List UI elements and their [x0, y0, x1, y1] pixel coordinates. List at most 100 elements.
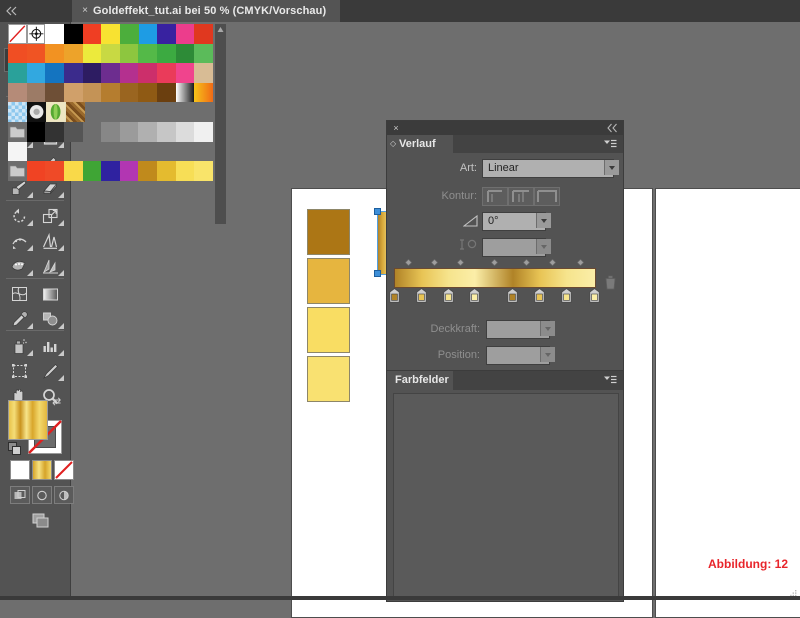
- column-graph-tool[interactable]: [35, 334, 66, 358]
- swatch-color[interactable]: [8, 43, 27, 64]
- gradient-midpoint-5[interactable]: [522, 258, 530, 267]
- tool-flyout-arrow[interactable]: [27, 270, 33, 276]
- swatch-color[interactable]: [45, 161, 64, 181]
- tool-flyout-arrow[interactable]: [27, 192, 33, 198]
- swatch-color[interactable]: [119, 82, 139, 103]
- swatch-none[interactable]: [8, 24, 27, 44]
- close-icon[interactable]: ×: [80, 5, 90, 17]
- swatch-color[interactable]: [157, 63, 176, 83]
- swatch-color[interactable]: [175, 43, 195, 64]
- chevron-down-icon[interactable]: [536, 213, 551, 228]
- free-transform-tool[interactable]: [35, 229, 66, 253]
- swatches-scrollbar[interactable]: [215, 24, 226, 224]
- stroke-within-button[interactable]: [482, 187, 508, 206]
- gradient-mode-button[interactable]: [32, 460, 52, 480]
- stroke-across-button[interactable]: [534, 187, 560, 206]
- swatch-color[interactable]: [45, 82, 64, 103]
- swatch-color[interactable]: [45, 24, 64, 44]
- swatch-color[interactable]: [82, 43, 102, 64]
- gradient-midpoint-6[interactable]: [548, 258, 556, 267]
- gradient-tool[interactable]: [35, 282, 66, 306]
- scroll-up-icon[interactable]: [216, 25, 225, 34]
- swatch-color[interactable]: [8, 82, 27, 103]
- chevron-down-icon[interactable]: [604, 160, 619, 175]
- color-mode-button[interactable]: [10, 460, 30, 480]
- swatch-color[interactable]: [175, 161, 195, 181]
- tool-flyout-arrow[interactable]: [27, 323, 33, 329]
- swatch-color[interactable]: [157, 24, 176, 44]
- collapse-panel-icon[interactable]: [607, 123, 619, 133]
- rotate-tool[interactable]: [4, 204, 35, 228]
- swatch-group-folder-icon[interactable]: [8, 161, 27, 181]
- swatch-color[interactable]: [82, 82, 102, 103]
- swatch-color[interactable]: [119, 161, 139, 181]
- swatch-group-folder-icon[interactable]: [8, 121, 27, 142]
- swatch-color[interactable]: [26, 43, 46, 64]
- swatch-color[interactable]: [194, 63, 214, 83]
- tool-flyout-arrow[interactable]: [58, 192, 64, 198]
- gradient-stop-4[interactable]: [468, 288, 480, 303]
- gold-square-3[interactable]: [307, 307, 350, 353]
- gradient-ramp[interactable]: [394, 268, 596, 288]
- swatches-grid[interactable]: [8, 24, 214, 181]
- swatch-color[interactable]: [45, 43, 64, 64]
- swatch-color[interactable]: [194, 121, 214, 142]
- chevron-down-icon[interactable]: [540, 321, 555, 336]
- swatch-color[interactable]: [101, 63, 120, 83]
- swatch-pattern-brown-mosaic[interactable]: [65, 102, 85, 122]
- swatch-color[interactable]: [63, 161, 83, 181]
- gradient-panel-titlebar[interactable]: [387, 121, 623, 135]
- gradient-midpoint-7[interactable]: [576, 258, 584, 267]
- chevron-down-icon[interactable]: [540, 347, 555, 362]
- swatch-color[interactable]: [101, 82, 120, 103]
- trash-icon[interactable]: [604, 275, 617, 290]
- fill-swatch-gradient[interactable]: [8, 400, 48, 440]
- swatch-registration[interactable]: [26, 24, 46, 44]
- swatch-color[interactable]: [157, 43, 176, 64]
- shape-builder-tool[interactable]: [4, 254, 35, 278]
- tool-flyout-arrow[interactable]: [58, 375, 64, 381]
- default-fill-stroke-icon[interactable]: [8, 442, 22, 456]
- collapse-panel-icon[interactable]: [6, 6, 20, 16]
- tool-flyout-arrow[interactable]: [58, 323, 64, 329]
- width-tool[interactable]: [4, 229, 35, 253]
- draw-inside-button[interactable]: [54, 486, 74, 504]
- gradient-midpoint-1[interactable]: [404, 258, 412, 267]
- swatch-color[interactable]: [138, 63, 158, 83]
- swatch-color[interactable]: [138, 161, 158, 181]
- perspective-grid-tool[interactable]: [35, 254, 66, 278]
- swatch-color[interactable]: [119, 24, 139, 44]
- swatch-color[interactable]: [138, 24, 158, 44]
- tool-flyout-arrow[interactable]: [27, 350, 33, 356]
- gradient-stop-5[interactable]: [506, 288, 518, 303]
- swatch-color[interactable]: [101, 161, 120, 181]
- panel-menu-icon[interactable]: [603, 139, 617, 150]
- close-icon[interactable]: ×: [391, 123, 401, 133]
- swatch-color[interactable]: [157, 82, 176, 103]
- stroke-along-button[interactable]: [508, 187, 534, 206]
- gold-square-4[interactable]: [307, 356, 350, 402]
- gradient-stop-1[interactable]: [388, 288, 400, 303]
- swatch-gradient-white-black[interactable]: [175, 82, 195, 103]
- symbol-sprayer-tool[interactable]: [4, 334, 35, 358]
- swatch-color[interactable]: [194, 24, 213, 44]
- swatch-color[interactable]: [138, 43, 158, 64]
- selection-handle-bl[interactable]: [374, 270, 381, 277]
- swatch-pattern-green-leaf[interactable]: [46, 102, 66, 122]
- swatch-color[interactable]: [45, 121, 64, 142]
- tool-flyout-arrow[interactable]: [58, 350, 64, 356]
- gradient-midpoint-4[interactable]: [490, 258, 498, 267]
- mesh-tool[interactable]: [4, 282, 35, 306]
- tool-flyout-arrow[interactable]: [58, 270, 64, 276]
- tool-flyout-arrow[interactable]: [58, 220, 64, 226]
- swatch-color[interactable]: [82, 121, 102, 142]
- swatch-color[interactable]: [63, 63, 83, 83]
- gradient-stop-2[interactable]: [415, 288, 427, 303]
- swatch-color[interactable]: [8, 63, 27, 83]
- swatch-color[interactable]: [175, 63, 195, 83]
- swatch-color[interactable]: [119, 43, 139, 64]
- gradient-stop-6[interactable]: [533, 288, 545, 303]
- swatch-color[interactable]: [194, 161, 214, 181]
- screen-mode-button[interactable]: [28, 511, 54, 531]
- panel-menu-icon[interactable]: [603, 375, 617, 386]
